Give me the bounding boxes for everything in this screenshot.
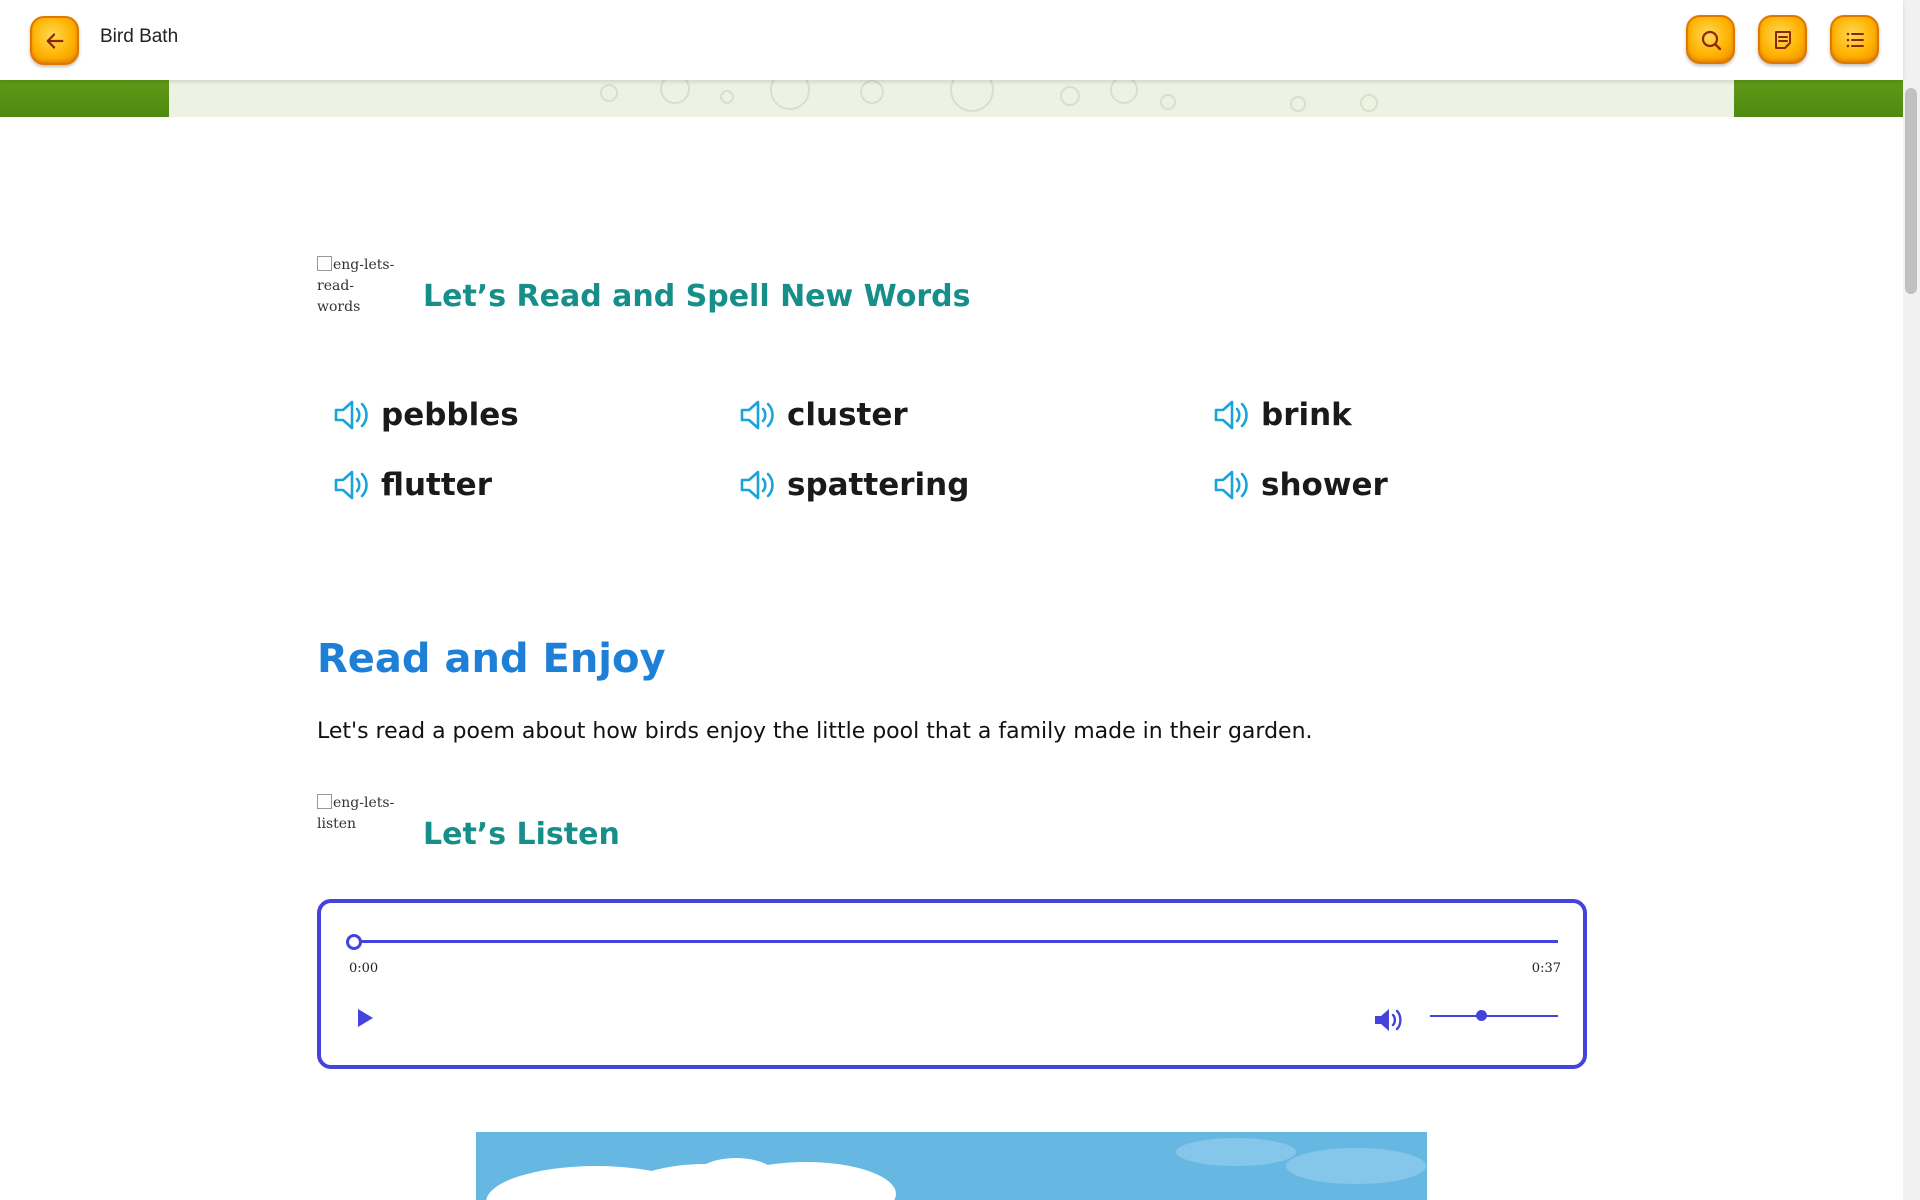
banner-bubble bbox=[600, 84, 618, 102]
broken-image-icon bbox=[317, 256, 332, 271]
word-item-cluster[interactable]: cluster bbox=[739, 397, 908, 433]
banner-bubble bbox=[860, 80, 884, 104]
read-enjoy-description: Let's read a poem about how birds enjoy … bbox=[317, 719, 1313, 744]
section-icon-words: eng-lets-read-words bbox=[317, 255, 397, 318]
word-text: shower bbox=[1261, 467, 1388, 503]
seek-bar[interactable] bbox=[353, 940, 1558, 943]
audio-player: 0:00 0:37 bbox=[317, 899, 1587, 1069]
menu-button[interactable] bbox=[1830, 15, 1879, 64]
word-item-shower[interactable]: shower bbox=[1213, 467, 1388, 503]
volume-icon bbox=[1375, 1009, 1402, 1031]
word-text: spattering bbox=[787, 467, 970, 503]
word-item-flutter[interactable]: flutter bbox=[333, 467, 492, 503]
banner-grass-left bbox=[0, 80, 169, 117]
page-title: Bird Bath bbox=[100, 26, 179, 47]
arrow-left-icon bbox=[46, 32, 63, 49]
speaker-icon bbox=[334, 400, 368, 430]
list-menu-icon bbox=[1846, 32, 1864, 47]
word-item-brink[interactable]: brink bbox=[1213, 397, 1352, 433]
current-time: 0:00 bbox=[349, 961, 379, 976]
banner-bubble bbox=[1360, 94, 1378, 112]
search-icon bbox=[1701, 30, 1721, 50]
volume-slider[interactable] bbox=[1430, 1015, 1558, 1017]
duration-time: 0:37 bbox=[1531, 961, 1561, 976]
speaker-icon bbox=[1214, 400, 1248, 430]
word-text: pebbles bbox=[381, 397, 519, 433]
mute-button[interactable] bbox=[1373, 1006, 1403, 1038]
word-item-spattering[interactable]: spattering bbox=[739, 467, 969, 503]
word-text: flutter bbox=[381, 467, 492, 503]
banner-bubble bbox=[660, 80, 690, 104]
section-icon-listen: eng-lets-listen bbox=[317, 793, 397, 835]
back-button[interactable] bbox=[30, 16, 79, 65]
banner-bubble bbox=[1160, 94, 1176, 110]
scrollbar-thumb[interactable] bbox=[1905, 88, 1917, 294]
word-item-pebbles[interactable]: pebbles bbox=[333, 397, 519, 433]
speaker-icon bbox=[740, 470, 774, 500]
banner-bubble bbox=[1060, 86, 1080, 106]
play-icon bbox=[358, 1009, 373, 1027]
speaker-icon bbox=[740, 400, 774, 430]
app-bar: Bird Bath bbox=[0, 0, 1903, 80]
read-enjoy-title: Read and Enjoy bbox=[317, 636, 666, 682]
banner-bubble bbox=[1110, 80, 1138, 104]
section-heading-words: Let’s Read and Spell New Words bbox=[423, 279, 971, 314]
poem-illustration bbox=[476, 1132, 1427, 1200]
section-heading-listen: Let’s Listen bbox=[423, 817, 620, 852]
banner-bubble bbox=[950, 80, 994, 112]
banner-bubble bbox=[770, 80, 810, 110]
notes-button[interactable] bbox=[1758, 15, 1807, 64]
word-text: brink bbox=[1261, 397, 1352, 433]
volume-handle[interactable] bbox=[1476, 1010, 1488, 1021]
speaker-icon bbox=[334, 470, 368, 500]
play-button[interactable] bbox=[355, 1007, 375, 1033]
banner-bubble bbox=[1290, 96, 1306, 112]
broken-image-icon bbox=[317, 794, 332, 809]
speaker-icon bbox=[1214, 470, 1248, 500]
banner-grass-right bbox=[1734, 80, 1903, 117]
seek-handle[interactable] bbox=[346, 934, 362, 950]
search-button[interactable] bbox=[1686, 15, 1735, 64]
chapter-banner bbox=[0, 80, 1903, 117]
notes-icon bbox=[1774, 30, 1791, 49]
banner-bubble bbox=[720, 90, 734, 104]
illustration-clouds bbox=[486, 1138, 1426, 1200]
word-text: cluster bbox=[787, 397, 908, 433]
